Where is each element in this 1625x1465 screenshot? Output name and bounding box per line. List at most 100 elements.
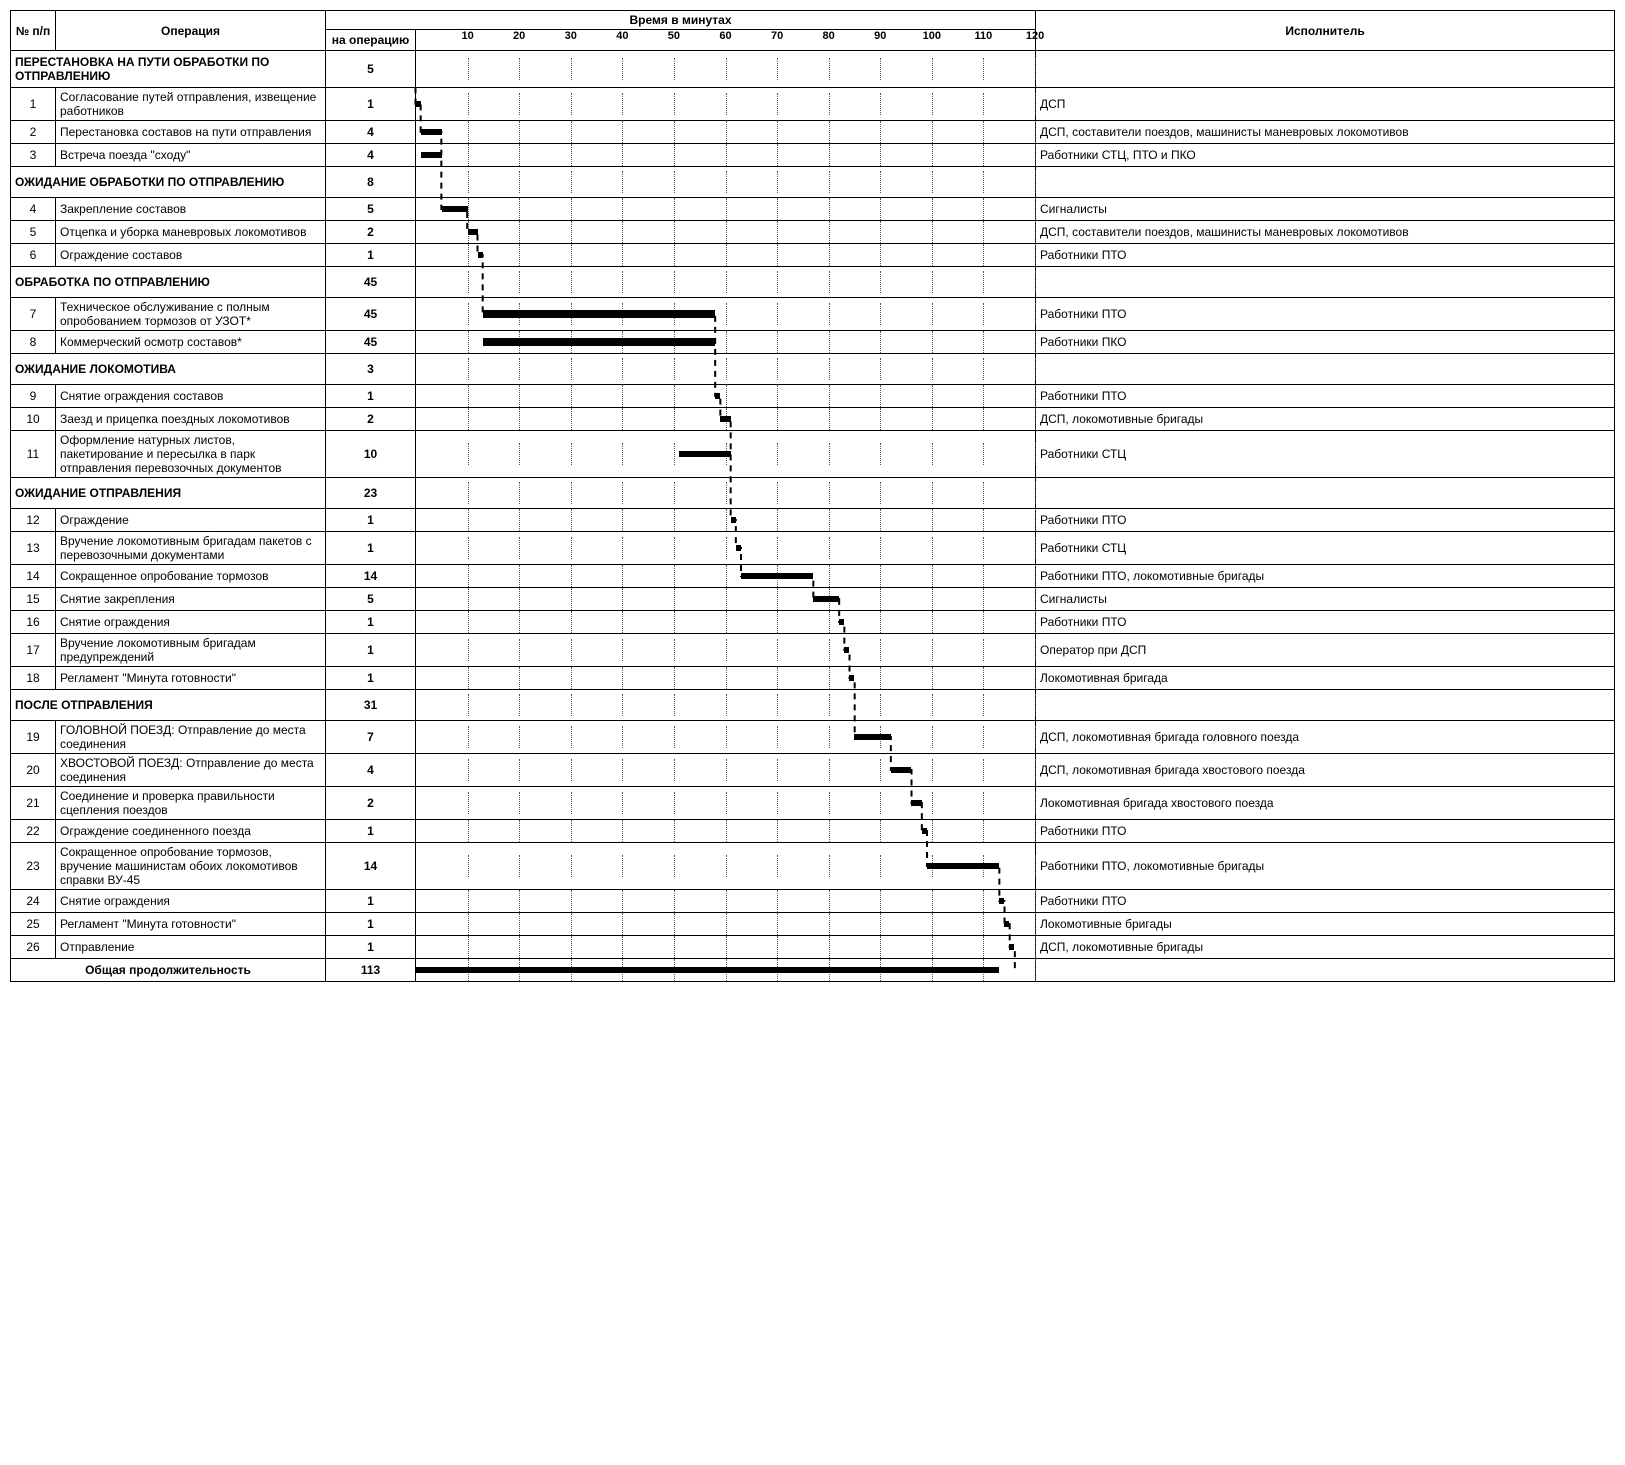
executor: ДСП, локомотивная бригада хвостового пое… bbox=[1036, 754, 1615, 787]
gantt-cell bbox=[416, 843, 1036, 890]
section-name: ПЕРЕСТАНОВКА НА ПУТИ ОБРАБОТКИ ПО ОТПРАВ… bbox=[11, 51, 326, 88]
operation-name: Снятие ограждения bbox=[56, 611, 326, 634]
gantt-cell bbox=[416, 331, 1036, 354]
executor: ДСП bbox=[1036, 88, 1615, 121]
gantt-total-bar bbox=[416, 967, 999, 973]
operation-name: Ограждение соединенного поезда bbox=[56, 820, 326, 843]
gantt-cell bbox=[416, 88, 1036, 121]
table-row: 8Коммерческий осмотр составов*45Работник… bbox=[11, 331, 1615, 354]
row-num: 15 bbox=[11, 588, 56, 611]
gantt-cell bbox=[416, 244, 1036, 267]
table-row: 3Встреча поезда "сходу"4Работники СТЦ, П… bbox=[11, 144, 1615, 167]
table-row: 11Оформление натурных листов, пакетирова… bbox=[11, 431, 1615, 478]
row-num: 25 bbox=[11, 913, 56, 936]
operation-name: Ограждение составов bbox=[56, 244, 326, 267]
table-row: 22Ограждение соединенного поезда1Работни… bbox=[11, 820, 1615, 843]
gantt-axis: 102030405060708090100110120 bbox=[416, 30, 1036, 51]
section-name: ОБРАБОТКА ПО ОТПРАВЛЕНИЮ bbox=[11, 267, 326, 298]
operation-duration: 1 bbox=[326, 532, 416, 565]
operation-duration: 1 bbox=[326, 634, 416, 667]
gantt-cell bbox=[416, 51, 1036, 88]
table-row: 23Сокращенное опробование тормозов, вруч… bbox=[11, 843, 1615, 890]
axis-tick-label: 80 bbox=[823, 30, 835, 42]
table-row: 21Соединение и проверка правильности сце… bbox=[11, 787, 1615, 820]
axis-tick-label: 20 bbox=[513, 30, 525, 42]
row-num: 4 bbox=[11, 198, 56, 221]
gantt-bar bbox=[844, 647, 849, 653]
gantt-bar bbox=[715, 393, 720, 399]
header-num: № п/п bbox=[11, 11, 56, 51]
row-num: 16 bbox=[11, 611, 56, 634]
gantt-bar bbox=[421, 129, 442, 135]
executor: Сигналисты bbox=[1036, 198, 1615, 221]
executor: Локомотивная бригада bbox=[1036, 667, 1615, 690]
operation-duration: 2 bbox=[326, 787, 416, 820]
executor: Работники СТЦ bbox=[1036, 431, 1615, 478]
gantt-bar bbox=[483, 338, 715, 346]
operation-duration: 5 bbox=[326, 198, 416, 221]
operation-duration: 1 bbox=[326, 913, 416, 936]
executor: Работники ПТО bbox=[1036, 820, 1615, 843]
axis-tick-label: 90 bbox=[874, 30, 886, 42]
header-executor: Исполнитель bbox=[1036, 11, 1615, 51]
row-num: 1 bbox=[11, 88, 56, 121]
executor: Локомотивные бригады bbox=[1036, 913, 1615, 936]
section-exec bbox=[1036, 478, 1615, 509]
table-row: 17Вручение локомотивным бригадам предупр… bbox=[11, 634, 1615, 667]
row-num: 26 bbox=[11, 936, 56, 959]
gantt-cell bbox=[416, 667, 1036, 690]
section-exec bbox=[1036, 51, 1615, 88]
total-gantt-cell bbox=[416, 959, 1036, 982]
row-num: 10 bbox=[11, 408, 56, 431]
section-row: ПОСЛЕ ОТПРАВЛЕНИЯ31 bbox=[11, 690, 1615, 721]
section-duration: 31 bbox=[326, 690, 416, 721]
section-row: ОБРАБОТКА ПО ОТПРАВЛЕНИЮ45 bbox=[11, 267, 1615, 298]
gantt-bar bbox=[468, 229, 478, 235]
operation-duration: 4 bbox=[326, 144, 416, 167]
gantt-bar bbox=[421, 152, 442, 158]
gantt-bar bbox=[854, 734, 890, 740]
gantt-cell bbox=[416, 267, 1036, 298]
operation-name: Заезд и прицепка поездных локомотивов bbox=[56, 408, 326, 431]
section-name: ОЖИДАНИЕ ОТПРАВЛЕНИЯ bbox=[11, 478, 326, 509]
executor: Работники ПТО bbox=[1036, 611, 1615, 634]
gantt-cell bbox=[416, 198, 1036, 221]
axis-tick-label: 10 bbox=[461, 30, 473, 42]
operation-name: Техническое обслуживание с полным опробо… bbox=[56, 298, 326, 331]
gantt-cell bbox=[416, 354, 1036, 385]
operation-name: Перестановка составов на пути отправлени… bbox=[56, 121, 326, 144]
operation-name: Вручение локомотивным бригадам пакетов с… bbox=[56, 532, 326, 565]
operation-name: Сокращенное опробование тормозов bbox=[56, 565, 326, 588]
section-row: ОЖИДАНИЕ ОТПРАВЛЕНИЯ23 bbox=[11, 478, 1615, 509]
gantt-bar bbox=[741, 573, 813, 579]
gantt-cell bbox=[416, 634, 1036, 667]
total-label: Общая продолжительность bbox=[11, 959, 326, 982]
gantt-cell bbox=[416, 385, 1036, 408]
table-row: 20ХВОСТОВОЙ ПОЕЗД: Отправление до места … bbox=[11, 754, 1615, 787]
table-row: 7Техническое обслуживание с полным опроб… bbox=[11, 298, 1615, 331]
row-num: 22 bbox=[11, 820, 56, 843]
gantt-cell bbox=[416, 588, 1036, 611]
gantt-cell bbox=[416, 167, 1036, 198]
section-duration: 5 bbox=[326, 51, 416, 88]
gantt-cell bbox=[416, 298, 1036, 331]
operation-duration: 1 bbox=[326, 611, 416, 634]
operation-duration: 14 bbox=[326, 843, 416, 890]
operation-duration: 4 bbox=[326, 121, 416, 144]
section-duration: 45 bbox=[326, 267, 416, 298]
section-exec bbox=[1036, 167, 1615, 198]
axis-tick-label: 50 bbox=[668, 30, 680, 42]
gantt-bar bbox=[679, 451, 731, 457]
operation-duration: 7 bbox=[326, 721, 416, 754]
axis-tick-label: 120 bbox=[1026, 30, 1044, 42]
executor: Работники ПТО bbox=[1036, 890, 1615, 913]
gantt-cell bbox=[416, 144, 1036, 167]
operation-duration: 1 bbox=[326, 88, 416, 121]
table-row: 2Перестановка составов на пути отправлен… bbox=[11, 121, 1615, 144]
executor: ДСП, составители поездов, машинисты мане… bbox=[1036, 121, 1615, 144]
operation-name: Встреча поезда "сходу" bbox=[56, 144, 326, 167]
operation-name: Снятие закрепления bbox=[56, 588, 326, 611]
table-row: 19ГОЛОВНОЙ ПОЕЗД: Отправление до места с… bbox=[11, 721, 1615, 754]
table-row: 1Согласование путей отправления, извещен… bbox=[11, 88, 1615, 121]
table-row: 24Снятие ограждения1Работники ПТО bbox=[11, 890, 1615, 913]
